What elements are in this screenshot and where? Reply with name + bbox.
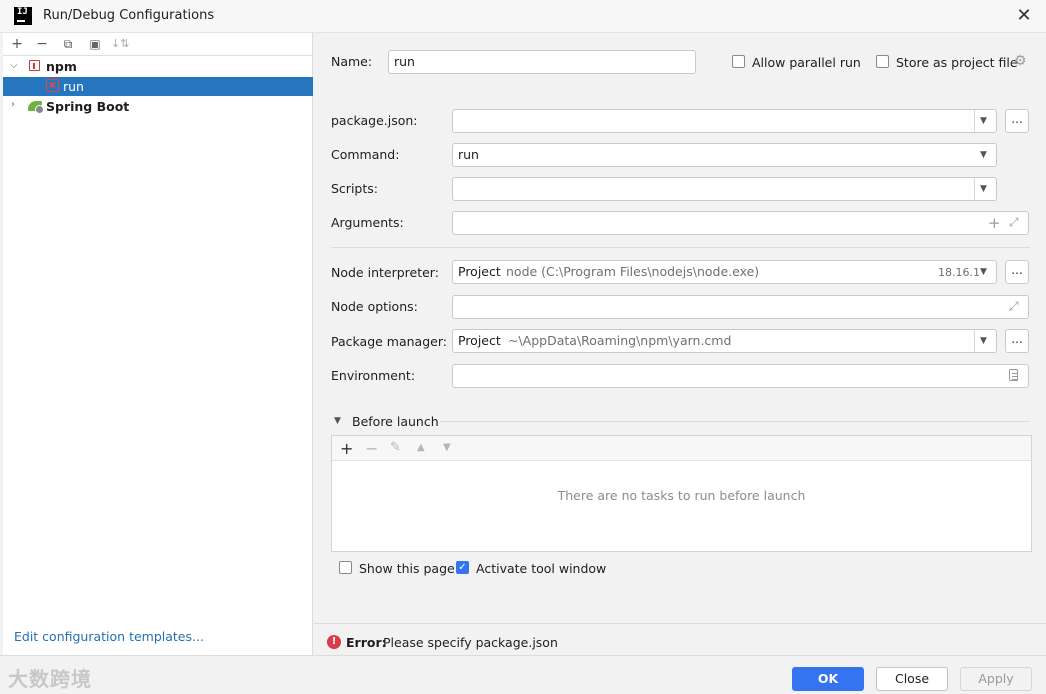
chevron-down-icon[interactable]: ▼	[980, 116, 987, 126]
gear-icon[interactable]: ⚙	[1014, 53, 1027, 69]
add-icon[interactable]: +	[8, 37, 26, 51]
tree-item-run-label: run	[63, 79, 84, 94]
node-options-field[interactable]: ⤢	[452, 295, 1029, 319]
error-message: Please specify package.json	[383, 635, 558, 650]
package-manager-path: ~\AppData\Roaming\npm\yarn.cmd	[508, 333, 732, 348]
add-task-icon[interactable]: +	[340, 439, 353, 458]
chevron-down-icon[interactable]: ▼	[980, 184, 987, 194]
scripts-label: Scripts:	[331, 181, 378, 196]
before-launch-toolbar	[332, 436, 1031, 461]
move-up-icon[interactable]: ▲	[417, 442, 425, 453]
command-value: run	[458, 147, 479, 162]
show-this-page-checkbox[interactable]	[339, 561, 352, 574]
error-prefix: Error:	[346, 635, 387, 650]
close-icon[interactable]: ✕	[1014, 6, 1034, 26]
allow-parallel-run-label: Allow parallel run	[752, 55, 861, 70]
node-version: 18.16.1	[938, 266, 980, 279]
package-manager-select[interactable]: Project ~\AppData\Roaming\npm\yarn.cmd ▼	[452, 329, 997, 353]
edit-configuration-templates-link[interactable]: Edit configuration templates...	[14, 629, 204, 644]
npm-run-icon	[46, 79, 59, 92]
intellij-logo-icon: IJ	[14, 7, 32, 25]
name-field[interactable]: run	[388, 50, 696, 74]
arguments-field[interactable]: + ⤢	[452, 211, 1029, 235]
scripts-combobox[interactable]: ▼	[452, 177, 997, 201]
before-launch-divider	[440, 421, 1030, 422]
tree-item-spring-boot[interactable]: Spring Boot	[46, 99, 129, 114]
edit-task-icon[interactable]: ✎	[390, 440, 401, 455]
package-json-combobox[interactable]: ▼	[452, 109, 997, 133]
arguments-label: Arguments:	[331, 215, 404, 230]
activate-tool-window-label: Activate tool window	[476, 561, 607, 576]
chevron-down-icon[interactable]: ▼	[980, 336, 987, 346]
error-icon: !	[327, 635, 341, 649]
combo-divider	[974, 330, 975, 352]
npm-icon	[29, 60, 40, 71]
watermark: 大数跨境	[8, 667, 92, 691]
section-divider	[331, 247, 1030, 248]
store-as-project-file-checkbox[interactable]	[876, 55, 889, 68]
remove-task-icon[interactable]: −	[365, 439, 378, 458]
show-this-page-label: Show this page	[359, 561, 455, 576]
ok-button[interactable]: OK	[792, 667, 864, 691]
add-macro-icon[interactable]: +	[988, 214, 1001, 232]
package-manager-browse-button[interactable]: ...	[1005, 329, 1029, 353]
before-launch-task-list: + − ✎ ▲ ▼ There are no tasks to run befo…	[331, 435, 1032, 552]
environment-field[interactable]	[452, 364, 1029, 388]
package-json-browse-button[interactable]: ...	[1005, 109, 1029, 133]
package-manager-project: Project	[458, 333, 501, 348]
expand-icon[interactable]: ⤢	[1009, 299, 1019, 314]
package-manager-label: Package manager:	[331, 334, 447, 349]
store-as-project-file-label: Store as project file	[896, 55, 1018, 70]
chevron-down-icon[interactable]: ▼	[980, 267, 987, 277]
chevron-right-icon[interactable]: ›	[11, 99, 15, 110]
node-interpreter-select[interactable]: Project node (C:\Program Files\nodejs\no…	[452, 260, 997, 284]
package-json-label: package.json:	[331, 113, 418, 128]
document-icon[interactable]	[1009, 369, 1018, 381]
window-title: Run/Debug Configurations	[43, 8, 215, 23]
environment-label: Environment:	[331, 368, 416, 383]
move-down-icon[interactable]: ▼	[443, 442, 451, 453]
command-select[interactable]: run ▼	[452, 143, 997, 167]
empty-tasks-message: There are no tasks to run before launch	[557, 488, 806, 503]
before-launch-heading[interactable]: Before launch	[352, 414, 439, 429]
combo-divider	[974, 110, 975, 132]
node-interpreter-project: Project	[458, 264, 501, 279]
status-divider	[314, 623, 1046, 624]
node-options-label: Node options:	[331, 299, 418, 314]
folder-icon[interactable]: ▣	[86, 37, 104, 51]
collapse-triangle-icon[interactable]: ▼	[334, 416, 341, 426]
combo-divider	[974, 178, 975, 200]
expand-icon[interactable]: ⤢	[1009, 215, 1019, 230]
tree-item-npm[interactable]: npm	[46, 59, 77, 74]
node-interpreter-label: Node interpreter:	[331, 265, 439, 280]
activate-tool-window-checkbox[interactable]: ✓	[456, 561, 469, 574]
allow-parallel-run-checkbox[interactable]	[732, 55, 745, 68]
sort-icon[interactable]: ↓⇅	[111, 37, 129, 51]
copy-icon[interactable]: ⧉	[59, 37, 77, 51]
name-label: Name:	[331, 54, 373, 69]
spring-boot-icon	[28, 101, 44, 114]
command-label: Command:	[331, 147, 400, 162]
node-interpreter-browse-button[interactable]: ...	[1005, 260, 1029, 284]
chevron-down-icon[interactable]: ⌵	[10, 60, 18, 71]
chevron-down-icon[interactable]: ▼	[980, 150, 987, 160]
node-interpreter-path: node (C:\Program Files\nodejs\node.exe)	[506, 264, 760, 279]
toolbar-divider	[3, 55, 313, 56]
configurations-tree-panel	[3, 33, 313, 655]
apply-button[interactable]: Apply	[960, 667, 1032, 691]
close-button[interactable]: Close	[876, 667, 948, 691]
name-value: run	[394, 54, 415, 69]
remove-icon[interactable]: −	[33, 37, 51, 51]
